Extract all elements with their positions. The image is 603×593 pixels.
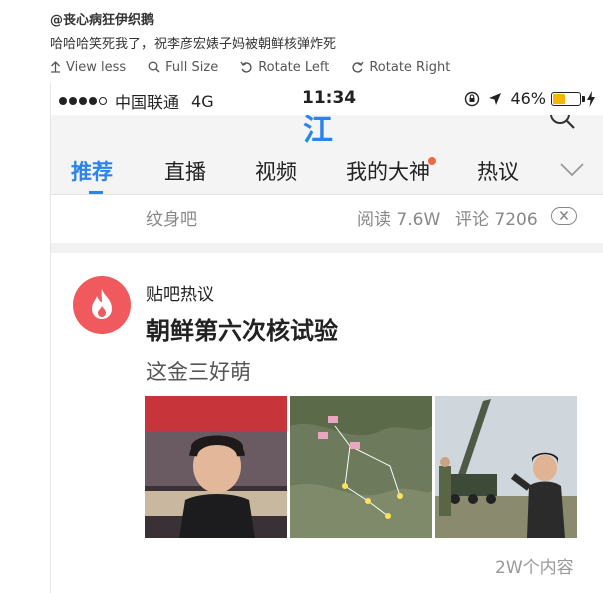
notification-dot xyxy=(428,157,436,165)
battery-percent: 46% xyxy=(510,89,546,108)
arrow-up-icon xyxy=(51,61,60,73)
read-count: 阅读 7.6W xyxy=(357,210,441,230)
charging-bolt-icon xyxy=(587,90,595,107)
carrier-name: 中国联通 xyxy=(115,93,180,112)
magnifier-icon xyxy=(148,61,160,73)
tab-recommend[interactable]: 推荐 xyxy=(71,156,113,186)
content-count: 2W个内容 xyxy=(495,558,574,578)
view-less-button[interactable]: View less xyxy=(50,60,126,75)
rotate-right-button[interactable]: Rotate Right xyxy=(351,60,450,75)
close-icon xyxy=(559,210,569,221)
section-divider xyxy=(51,243,603,253)
image-actions: View less Full Size Rotate Left Rotate R… xyxy=(50,57,472,77)
location-arrow-icon xyxy=(489,92,502,105)
thumbnail-portrait[interactable] xyxy=(145,396,287,538)
rotate-right-label: Rotate Right xyxy=(369,59,451,75)
flame-icon xyxy=(73,276,131,334)
dismiss-button[interactable] xyxy=(551,207,577,225)
forum-tag[interactable]: 纹身吧 xyxy=(146,205,197,230)
status-time: 11:34 xyxy=(302,88,357,108)
category-tabs: 推荐 直播 视频 我的大神 热议 xyxy=(51,143,603,195)
tab-live[interactable]: 直播 xyxy=(164,156,206,186)
battery-icon xyxy=(551,91,585,106)
rotate-right-icon xyxy=(352,61,364,73)
app-header: 江 xyxy=(51,115,603,143)
comment-count: 评论 7206 xyxy=(455,210,538,230)
post-meta-row: 纹身吧 阅读 7.6W 评论 7206 xyxy=(51,195,603,239)
rotate-left-icon xyxy=(240,61,252,73)
rotate-left-button[interactable]: Rotate Left xyxy=(240,60,329,75)
phone-screenshot[interactable]: 中国联通 4G 11:34 46% 江 推荐 直播 视频 我的大神 热议 纹身吧… xyxy=(50,83,603,593)
app-logo-icon: 江 xyxy=(303,115,333,143)
rotate-left-label: Rotate Left xyxy=(258,59,330,75)
active-tab-indicator xyxy=(89,191,103,194)
thumbnail-missile-launch[interactable] xyxy=(435,396,577,538)
hot-topic-card[interactable]: 贴吧热议 朝鲜第六次核试验 这金三好萌 2W个内容 xyxy=(51,253,603,593)
signal-dots-icon xyxy=(59,97,109,105)
post-author[interactable]: @丧心病狂伊织鹅 xyxy=(50,9,154,28)
card-title[interactable]: 朝鲜第六次核试验 xyxy=(146,311,338,346)
rotation-lock-icon xyxy=(465,91,480,106)
full-size-button[interactable]: Full Size xyxy=(148,60,218,75)
tab-my-masters[interactable]: 我的大神 xyxy=(346,156,430,186)
tab-video[interactable]: 视频 xyxy=(255,156,297,186)
full-size-label: Full Size xyxy=(165,59,219,75)
view-less-label: View less xyxy=(66,59,127,75)
tab-hot-topics[interactable]: 热议 xyxy=(477,156,519,186)
thumbnail-satellite-map[interactable] xyxy=(290,396,432,538)
post-text: 哈哈哈笑死我了，祝李彦宏婊子妈被朝鲜核弹炸死 xyxy=(50,37,337,52)
network-type: 4G xyxy=(191,91,214,111)
status-bar: 中国联通 4G 11:34 46% xyxy=(51,83,603,115)
search-icon[interactable] xyxy=(548,115,576,135)
chevron-down-icon[interactable] xyxy=(560,163,584,177)
card-source: 贴吧热议 xyxy=(146,285,214,305)
card-subtitle: 这金三好萌 xyxy=(146,360,251,384)
